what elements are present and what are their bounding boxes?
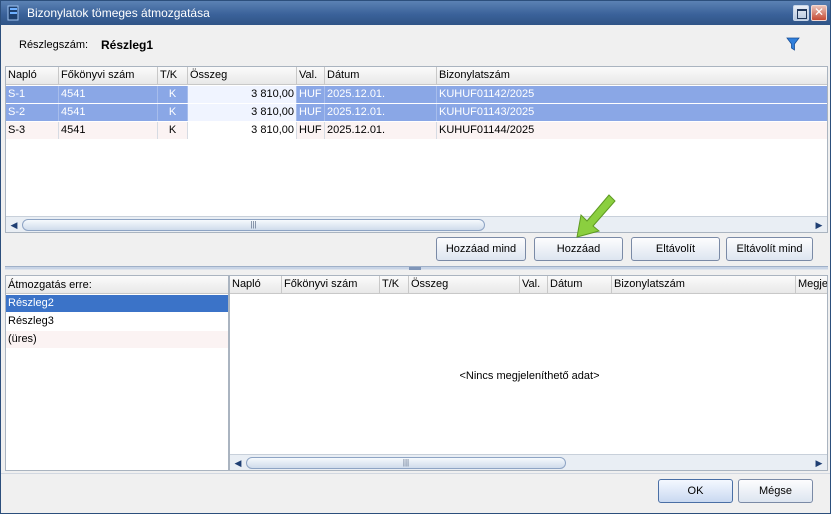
cell-fokonyvi: 4541	[59, 122, 158, 139]
remove-button[interactable]: Eltávolít	[631, 237, 720, 261]
col-bizonylatszam[interactable]: Bizonylatszám	[612, 276, 796, 294]
app-icon	[7, 5, 19, 21]
target-list-header: Átmozgatás erre:	[6, 276, 228, 294]
cell-bizonylatszam: KUHUF01144/2025	[439, 124, 535, 136]
mass-move-dialog: Bizonylatok tömeges átmozgatása Részlegs…	[0, 0, 831, 514]
cell-datum: 2025.12.01.	[325, 122, 437, 139]
col-naplo[interactable]: Napló	[230, 276, 282, 294]
table-row[interactable]: S-1 4541 K 3 810,00 HUF 2025.12.01. KUHU…	[6, 86, 827, 103]
cell-tk: K	[158, 104, 188, 121]
cell-tk: K	[158, 122, 188, 139]
table-row[interactable]: S-3 4541 K 3 810,00 HUF 2025.12.01. KUHU…	[6, 122, 827, 139]
splitter-grip[interactable]	[409, 267, 421, 270]
col-bizonylatszam[interactable]: Bizonylatszám	[437, 67, 827, 85]
empty-message: <Nincs megjeleníthető adat>	[459, 370, 600, 382]
list-item[interactable]: (üres)	[6, 331, 228, 348]
scroll-left-icon[interactable]: ◀	[231, 456, 245, 470]
ok-button[interactable]: OK	[658, 479, 733, 503]
source-grid-header: Napló Főkönyvi szám T/K Összeg Val. Dátu…	[6, 67, 827, 85]
col-fokonyvi[interactable]: Főkönyvi szám	[282, 276, 380, 294]
col-val[interactable]: Val.	[297, 67, 325, 85]
cell-tk: K	[158, 86, 188, 103]
scroll-thumb[interactable]: |||	[246, 457, 566, 469]
cell-bizonylatszam: KUHUF01143/2025	[439, 106, 535, 118]
close-icon[interactable]	[811, 5, 827, 21]
cell-fokonyvi: 4541	[59, 86, 158, 103]
window-title: Bizonylatok tömeges átmozgatása	[27, 6, 210, 20]
cell-osszeg: 3 810,00	[188, 86, 297, 103]
cell-val: HUF	[297, 122, 325, 139]
title-bar: Bizonylatok tömeges átmozgatása	[1, 1, 830, 25]
add-button[interactable]: Hozzáad	[534, 237, 623, 261]
pointer-arrow-icon	[576, 194, 616, 238]
footer-separator	[1, 473, 830, 474]
list-item[interactable]: Részleg3	[6, 313, 228, 330]
col-tk[interactable]: T/K	[158, 67, 188, 85]
reszleg-label: Részlegszám:	[19, 39, 89, 51]
col-val[interactable]: Val.	[520, 276, 548, 294]
dest-grid-header: Napló Főkönyvi szám T/K Összeg Val. Dátu…	[230, 276, 827, 294]
cell-fokonyvi: 4541	[59, 104, 158, 121]
maximize-icon[interactable]	[793, 5, 809, 21]
source-grid[interactable]: Napló Főkönyvi szám T/K Összeg Val. Dátu…	[5, 66, 828, 233]
cell-osszeg: 3 810,00	[188, 122, 297, 139]
col-datum[interactable]: Dátum	[325, 67, 437, 85]
cell-datum: 2025.12.01.	[325, 104, 437, 121]
cell-val: HUF	[297, 104, 325, 121]
list-item[interactable]: Részleg2	[6, 295, 228, 312]
col-datum[interactable]: Dátum	[548, 276, 612, 294]
col-tk[interactable]: T/K	[380, 276, 409, 294]
cancel-button[interactable]: Mégse	[738, 479, 813, 503]
add-all-button[interactable]: Hozzáad mind	[436, 237, 526, 261]
col-fokonyvi[interactable]: Főkönyvi szám	[59, 67, 158, 85]
scroll-left-icon[interactable]: ◀	[7, 218, 21, 232]
cell-bizonylatszam: KUHUF01142/2025	[439, 88, 535, 100]
cell-naplo: S-1	[6, 86, 59, 103]
dest-grid-hscrollbar[interactable]: ◀ ||| ▶	[230, 454, 827, 470]
col-osszeg[interactable]: Összeg	[409, 276, 520, 294]
dest-grid[interactable]: Napló Főkönyvi szám T/K Összeg Val. Dátu…	[229, 275, 828, 471]
col-megjegyzes[interactable]: Megje	[796, 276, 827, 294]
cell-naplo: S-3	[6, 122, 59, 139]
scroll-right-icon[interactable]: ▶	[812, 456, 826, 470]
filter-icon[interactable]	[786, 36, 800, 52]
col-naplo[interactable]: Napló	[6, 67, 59, 85]
scroll-thumb[interactable]: |||	[22, 219, 485, 231]
reszleg-value: Részleg1	[101, 38, 154, 52]
cell-naplo: S-2	[6, 104, 59, 121]
source-grid-hscrollbar[interactable]: ◀ ||| ▶	[6, 216, 827, 232]
cell-datum: 2025.12.01.	[325, 86, 437, 103]
col-osszeg[interactable]: Összeg	[188, 67, 297, 85]
table-row[interactable]: S-2 4541 K 3 810,00 HUF 2025.12.01. KUHU…	[6, 104, 827, 121]
cell-val: HUF	[297, 86, 325, 103]
scroll-right-icon[interactable]: ▶	[812, 218, 826, 232]
remove-all-button[interactable]: Eltávolít mind	[726, 237, 813, 261]
target-list[interactable]: Átmozgatás erre: Részleg2 Részleg3 (üres…	[5, 275, 229, 471]
cell-osszeg: 3 810,00	[188, 104, 297, 121]
